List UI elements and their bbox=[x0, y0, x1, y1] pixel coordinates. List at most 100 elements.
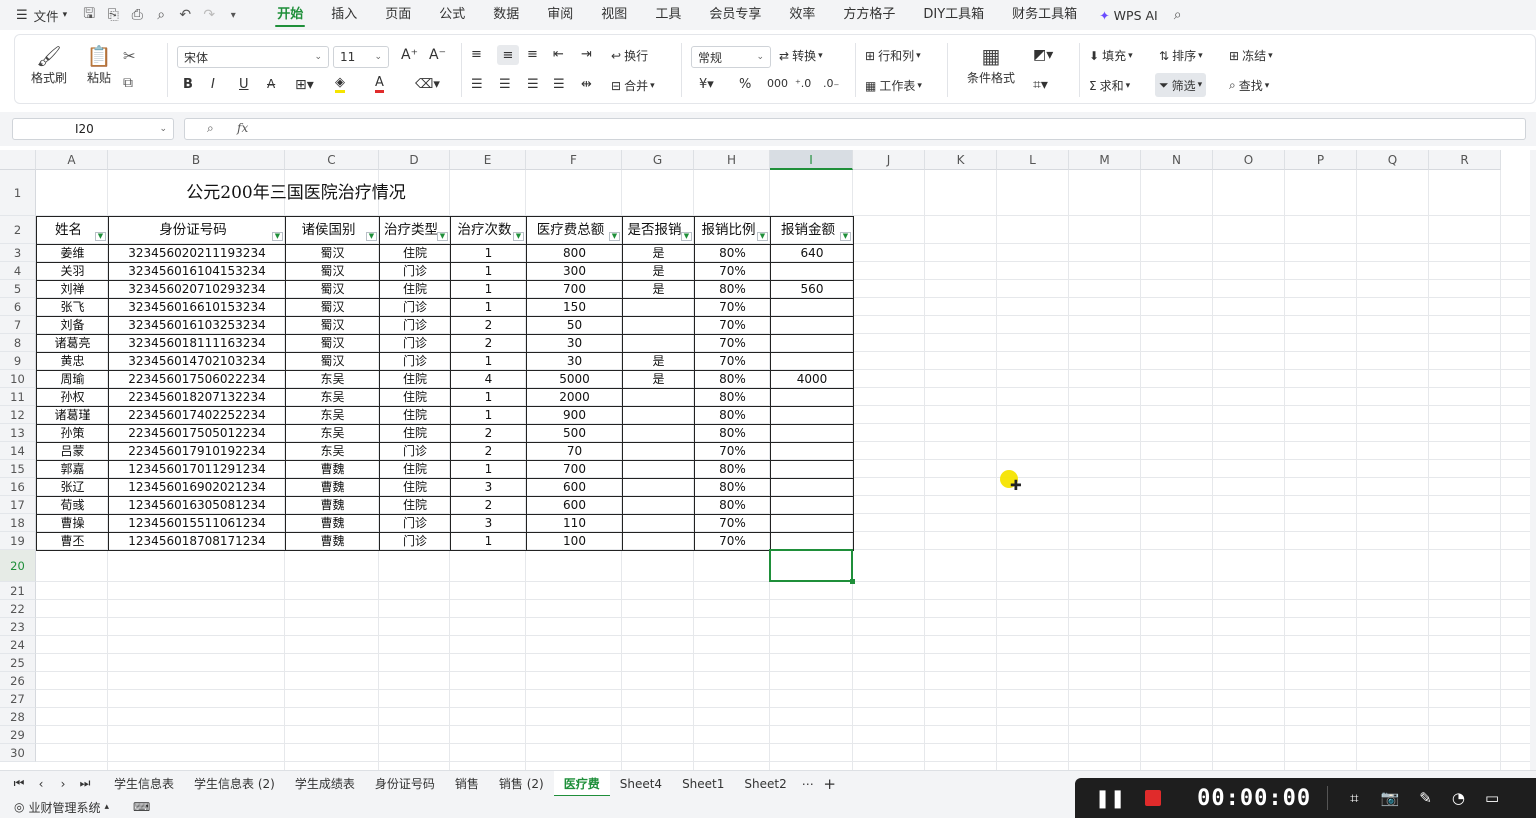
number-format-select[interactable]: 常规 ⌄ bbox=[691, 46, 771, 68]
tab-page[interactable]: 页面 bbox=[371, 0, 425, 30]
search-icon[interactable]: ⌕ bbox=[1166, 7, 1190, 23]
table-cell[interactable]: 2000 bbox=[526, 388, 623, 407]
table-cell[interactable]: 住院 bbox=[379, 244, 451, 263]
filter-dropdown-icon[interactable]: ▼ bbox=[366, 232, 377, 241]
tab-view[interactable]: 视图 bbox=[587, 0, 641, 30]
cell-style-icon[interactable]: ◩▾ bbox=[1033, 47, 1053, 63]
sheet-tab[interactable]: 学生信息表 bbox=[104, 771, 184, 797]
filter-dropdown-icon[interactable]: ▼ bbox=[437, 232, 448, 241]
table-cell[interactable]: 住院 bbox=[379, 406, 451, 425]
table-cell[interactable] bbox=[622, 424, 695, 443]
table-cell[interactable] bbox=[770, 352, 854, 371]
table-cell[interactable]: 3 bbox=[450, 478, 527, 497]
table-cell[interactable]: 600 bbox=[526, 496, 623, 515]
sort-button[interactable]: ⇅ 排序 ▾ bbox=[1159, 47, 1203, 64]
header-cell[interactable]: 报销比例 ▼ bbox=[694, 216, 771, 245]
table-cell[interactable]: 640 bbox=[770, 244, 854, 263]
currency-icon[interactable]: ¥▾ bbox=[699, 77, 714, 92]
fill-button[interactable]: ⬇ 填充 ▾ bbox=[1089, 47, 1133, 64]
table-cell[interactable]: 刘禅 bbox=[36, 280, 109, 299]
table-cell[interactable]: 蜀汉 bbox=[285, 334, 380, 353]
italic-icon[interactable]: I bbox=[211, 77, 215, 92]
table-cell[interactable]: 1 bbox=[450, 280, 527, 299]
column-header-d[interactable]: D bbox=[379, 150, 450, 170]
table-cell[interactable]: 住院 bbox=[379, 424, 451, 443]
align-middle-icon[interactable]: ≡ bbox=[497, 45, 519, 65]
row-header-11[interactable]: 11 bbox=[0, 388, 36, 406]
table-cell[interactable]: 80% bbox=[694, 406, 771, 425]
row-header-8[interactable]: 8 bbox=[0, 334, 36, 352]
table-cell[interactable] bbox=[770, 496, 854, 515]
table-cell[interactable]: 门诊 bbox=[379, 352, 451, 371]
export-icon[interactable]: ⎘ bbox=[101, 7, 125, 23]
table-cell[interactable]: 223456017506022234 bbox=[108, 370, 286, 389]
row-header-4[interactable]: 4 bbox=[0, 262, 36, 280]
header-cell[interactable]: 是否报销 ▼ bbox=[622, 216, 695, 245]
table-cell[interactable] bbox=[622, 334, 695, 353]
sum-button[interactable]: Σ 求和 ▾ bbox=[1089, 77, 1130, 94]
name-box[interactable]: I20 ⌄ bbox=[12, 118, 174, 140]
table-cell[interactable]: 80% bbox=[694, 460, 771, 479]
table-cell[interactable]: 1 bbox=[450, 352, 527, 371]
column-header-n[interactable]: N bbox=[1141, 150, 1213, 170]
row-header-5[interactable]: 5 bbox=[0, 280, 36, 298]
table-cell[interactable] bbox=[622, 496, 695, 515]
row-header-20[interactable]: 20 bbox=[0, 550, 36, 582]
table-cell[interactable] bbox=[770, 388, 854, 407]
table-cell[interactable]: 张辽 bbox=[36, 478, 109, 497]
table-cell[interactable]: 孙权 bbox=[36, 388, 109, 407]
table-cell[interactable]: 80% bbox=[694, 280, 771, 299]
table-cell[interactable] bbox=[622, 406, 695, 425]
table-cell[interactable]: 123456016902021234 bbox=[108, 478, 286, 497]
column-header-c[interactable]: C bbox=[285, 150, 379, 170]
percent-icon[interactable]: % bbox=[739, 77, 751, 92]
table-cell[interactable]: 是 bbox=[622, 352, 695, 371]
header-cell[interactable]: 治疗次数 ▼ bbox=[450, 216, 527, 245]
filter-dropdown-icon[interactable]: ▼ bbox=[681, 232, 692, 241]
table-cell[interactable]: 是 bbox=[622, 280, 695, 299]
table-cell[interactable]: 700 bbox=[526, 280, 623, 299]
vertical-scrollbar[interactable] bbox=[1530, 150, 1536, 770]
table-cell[interactable] bbox=[770, 316, 854, 335]
increase-decimal-icon[interactable]: ⁺.0 bbox=[795, 77, 811, 90]
cut-icon[interactable]: ✂ bbox=[123, 47, 136, 65]
font-name-select[interactable]: 宋体 ⌄ bbox=[177, 46, 329, 68]
table-cell[interactable]: 30 bbox=[526, 352, 623, 371]
table-cell[interactable]: 323456014702103234 bbox=[108, 352, 286, 371]
table-cell[interactable]: 曹魏 bbox=[285, 460, 380, 479]
table-cell[interactable] bbox=[622, 316, 695, 335]
row-header-1[interactable]: 1 bbox=[0, 170, 36, 216]
table-cell[interactable]: 住院 bbox=[379, 460, 451, 479]
header-cell[interactable]: 医疗费总额 ▼ bbox=[526, 216, 623, 245]
filter-dropdown-icon[interactable]: ▼ bbox=[513, 232, 524, 241]
row-header-2[interactable]: 2 bbox=[0, 216, 36, 244]
row-header-17[interactable]: 17 bbox=[0, 496, 36, 514]
table-cell[interactable]: 223456018207132234 bbox=[108, 388, 286, 407]
table-cell[interactable]: 70 bbox=[526, 442, 623, 461]
column-header-q[interactable]: Q bbox=[1357, 150, 1429, 170]
crop-icon[interactable]: ⌗ bbox=[1350, 789, 1358, 807]
table-cell[interactable]: 住院 bbox=[379, 280, 451, 299]
table-cell[interactable]: 门诊 bbox=[379, 298, 451, 317]
column-header-j[interactable]: J bbox=[853, 150, 925, 170]
row-header-25[interactable]: 25 bbox=[0, 654, 36, 672]
row-header-19[interactable]: 19 bbox=[0, 532, 36, 550]
tab-data[interactable]: 数据 bbox=[479, 0, 533, 30]
save-icon[interactable]: 🖫 bbox=[77, 3, 101, 27]
table-cell[interactable]: 223456017505012234 bbox=[108, 424, 286, 443]
tab-finance-toolbox[interactable]: 财务工具箱 bbox=[998, 0, 1091, 30]
macro-icon[interactable]: ⌨ bbox=[133, 800, 150, 814]
table-cell[interactable]: 70% bbox=[694, 442, 771, 461]
font-color-icon[interactable]: A bbox=[375, 75, 384, 93]
table-cell[interactable]: 70% bbox=[694, 298, 771, 317]
table-cell[interactable]: 3 bbox=[450, 514, 527, 533]
table-cell[interactable]: 曹魏 bbox=[285, 478, 380, 497]
window-icon[interactable]: ▭ bbox=[1485, 789, 1499, 807]
table-cell[interactable]: 曹魏 bbox=[285, 532, 380, 551]
header-cell[interactable]: 治疗类型 ▼ bbox=[379, 216, 451, 245]
tab-review[interactable]: 审阅 bbox=[533, 0, 587, 30]
table-cell[interactable]: 东吴 bbox=[285, 406, 380, 425]
tab-formula[interactable]: 公式 bbox=[425, 0, 479, 30]
freeze-button[interactable]: ⊞ 冻结 ▾ bbox=[1229, 47, 1273, 64]
align-left-icon[interactable]: ☰ bbox=[471, 77, 483, 92]
